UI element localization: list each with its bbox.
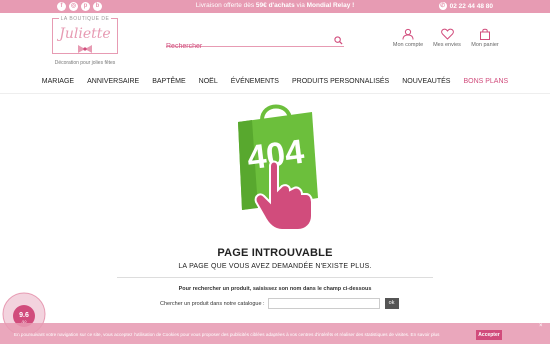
catalog-search-form: Chercher un produit dans notre catalogue… — [160, 298, 399, 309]
search-bar — [166, 35, 344, 52]
page-title: PAGE INTROUVABLE — [217, 247, 333, 259]
search-input[interactable] — [166, 41, 326, 52]
404-bag-illustration: 404 — [238, 104, 318, 231]
nav-item-anniversaire[interactable]: ANNIVERSAIRE — [81, 75, 146, 89]
nav-item-bons-plans[interactable]: BONS PLANS — [457, 75, 515, 89]
page-subtitle: LA PAGE QUE VOUS AVEZ DEMANDÉE N'EXISTE … — [178, 263, 372, 270]
search-icon[interactable] — [334, 36, 343, 45]
bow-icon — [78, 45, 92, 53]
main-nav: MARIAGE ANNIVERSAIRE BAPTÊME NOËL ÉVÉNEMENTS… — [0, 75, 550, 89]
close-icon[interactable]: × — [539, 323, 543, 329]
cart-label: Mon panier — [471, 42, 499, 48]
phone-icon: ✆ — [438, 2, 447, 10]
wishlist-label: Mes envies — [433, 42, 461, 48]
site-logo[interactable]: LA BOUTIQUE DE Juliette Décoration pour … — [52, 16, 118, 68]
nav-item-produits-personnalis-s[interactable]: PRODUITS PERSONNALISÉS — [285, 75, 395, 89]
cart-link[interactable]: Mon panier — [465, 28, 505, 48]
nav-item--v-nements[interactable]: ÉVÉNEMENTS — [224, 75, 285, 89]
nav-item-nouveaut-s[interactable]: NOUVEAUTÉS — [396, 75, 457, 89]
nav-divider — [0, 93, 550, 94]
top-bar: f ◎ p b Livraison offerte dès 59€ d'achats … — [0, 0, 550, 13]
account-link[interactable]: Mon compte — [388, 28, 428, 48]
phone-link[interactable]: ✆ 02 22 44 48 80 — [438, 2, 493, 10]
nav-item-mariage[interactable]: MARIAGE — [35, 75, 80, 89]
logo-main-text: Juliette — [59, 26, 111, 42]
wishlist-link[interactable]: Mes envies — [427, 28, 467, 48]
catalog-search-label: Chercher un produit dans notre catalogue… — [160, 300, 265, 307]
account-label: Mon compte — [392, 42, 424, 48]
content-divider — [117, 277, 433, 278]
phone-number: 02 22 44 48 80 — [449, 2, 493, 10]
promo-prefix: Livraison offerte dès — [195, 2, 256, 9]
catalog-search-button[interactable]: ok — [384, 298, 399, 309]
bag-icon — [480, 28, 490, 40]
cookie-more-link[interactable]: En savoir plus — [411, 332, 440, 337]
user-icon — [402, 28, 414, 40]
cookie-banner: En poursuivant votre navigation sur ce s… — [0, 323, 550, 344]
cookie-text-wrap: En poursuivant votre navigation sur ce s… — [14, 332, 469, 337]
promo-middle: via — [294, 2, 307, 9]
promo-amount: 59€ d'achats — [255, 2, 295, 9]
logo-tagline: Décoration pour jolies fêtes — [54, 60, 116, 66]
cookie-accept-button[interactable]: Accepter — [476, 330, 502, 340]
nav-item-no-l[interactable]: NOËL — [192, 75, 224, 89]
logo-top-text: LA BOUTIQUE DE — [58, 16, 112, 22]
promo-carrier: Mondial Relay ! — [306, 2, 355, 9]
reviews-score: 9.6 — [19, 312, 29, 319]
nav-item-bapt-me[interactable]: BAPTÊME — [146, 75, 192, 89]
catalog-search-input[interactable] — [267, 298, 380, 309]
cookie-text: En poursuivant votre navigation sur ce s… — [14, 332, 410, 337]
search-help-text: Pour rechercher un produit, saisissez so… — [178, 286, 372, 292]
heart-icon — [440, 28, 454, 40]
